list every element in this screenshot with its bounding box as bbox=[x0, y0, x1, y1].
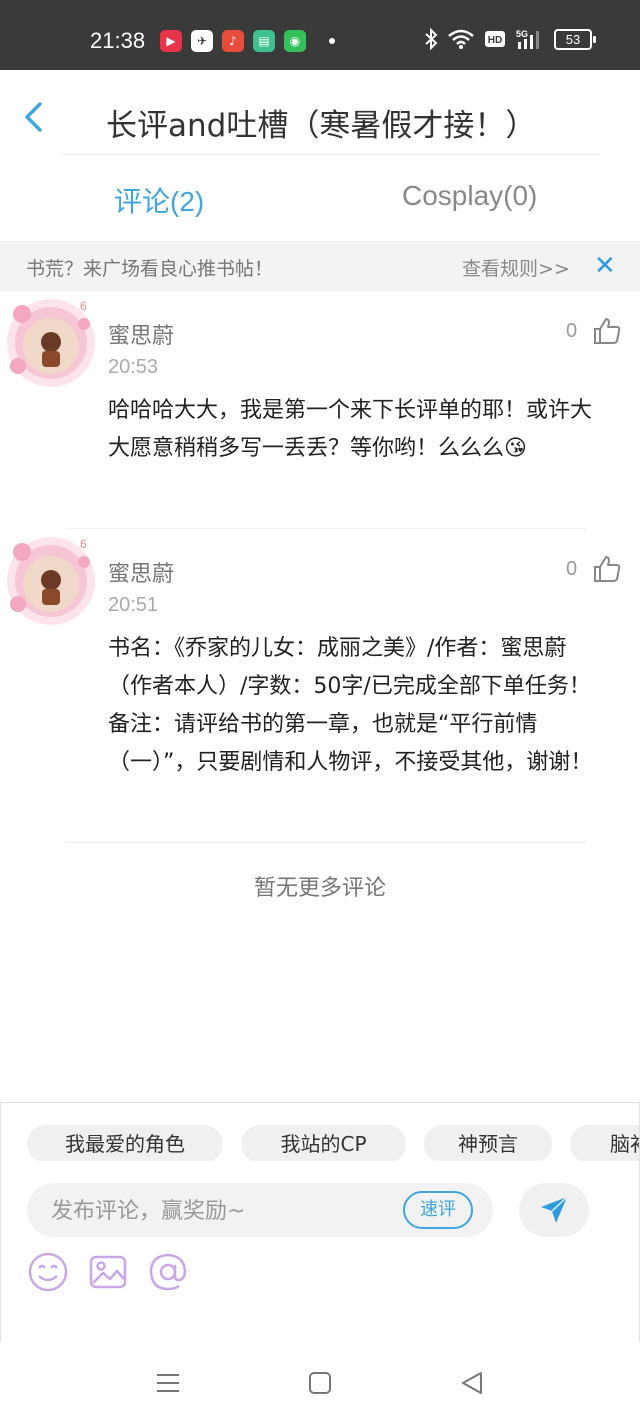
comment-input[interactable] bbox=[49, 1193, 383, 1229]
comment-divider bbox=[66, 528, 586, 529]
comment-composer: 我最爱的角色 我站的CP 神预言 脑补 速评 bbox=[0, 1102, 640, 1343]
comment-time: 20:53 bbox=[108, 356, 159, 378]
send-icon bbox=[541, 1196, 568, 1223]
wechat-app-icon: ◉ bbox=[284, 30, 306, 52]
like-count: 0 bbox=[566, 320, 578, 342]
comment-text: 哈哈哈大大，我是第一个来下长评单的耶！或许大大愿意稍稍多写一丢丢？等你哟！么么么… bbox=[108, 398, 593, 461]
topic-chip[interactable]: 我最爱的角色 bbox=[27, 1125, 223, 1161]
more-notifications-icon bbox=[329, 38, 335, 44]
music-app-icon: ♪ bbox=[222, 30, 244, 52]
svg-text:5G: 5G bbox=[516, 29, 528, 39]
comment-time: 20:51 bbox=[108, 594, 159, 616]
home-icon[interactable] bbox=[305, 1368, 335, 1398]
emoji-icon[interactable] bbox=[27, 1251, 69, 1293]
system-nav-bar bbox=[0, 1342, 640, 1422]
topic-chip[interactable]: 神预言 bbox=[424, 1125, 552, 1161]
image-icon[interactable] bbox=[87, 1251, 129, 1293]
header-divider bbox=[60, 154, 600, 155]
notes-app-icon: ▤ bbox=[253, 30, 275, 52]
page-title: 长评and吐槽（寒暑假才接！） bbox=[106, 108, 537, 144]
mention-icon[interactable] bbox=[147, 1251, 189, 1293]
status-time: 21:38 bbox=[90, 28, 146, 53]
menu-icon[interactable] bbox=[153, 1368, 183, 1398]
send-button[interactable] bbox=[519, 1183, 589, 1237]
comment-input-box: 速评 bbox=[27, 1183, 493, 1237]
back-nav-icon[interactable] bbox=[457, 1368, 487, 1398]
hd-icon: HD bbox=[485, 31, 505, 47]
comment-divider bbox=[66, 842, 586, 843]
back-button[interactable] bbox=[18, 100, 52, 134]
status-bar: 21:38 ▶ ✈ ♪ ▤ ◉ HD 5G 53 bbox=[0, 0, 640, 70]
topic-chips: 我最爱的角色 我站的CP 神预言 脑补 bbox=[27, 1125, 639, 1161]
messenger-app-icon: ✈ bbox=[191, 30, 213, 52]
notice-banner: 书荒？来广场看良心推书帖！ 查看规则>> ✕ bbox=[0, 241, 640, 291]
thumbs-up-icon[interactable] bbox=[592, 316, 622, 346]
quick-review-button[interactable]: 速评 bbox=[403, 1191, 473, 1229]
thumbs-up-icon[interactable] bbox=[592, 554, 622, 584]
notice-text[interactable]: 书荒？来广场看良心推书帖！ bbox=[26, 254, 273, 281]
svg-text:HD: HD bbox=[488, 35, 502, 46]
notification-icons: ▶ ✈ ♪ ▤ ◉ bbox=[160, 30, 335, 52]
comment-username[interactable]: 蜜思蔚 bbox=[108, 556, 174, 588]
no-more-comments: 暂无更多评论 bbox=[253, 876, 386, 901]
tab-cosplay[interactable]: Cosplay(0) bbox=[402, 180, 537, 212]
signal-5g-icon: 5G bbox=[516, 29, 539, 49]
avatar[interactable]: 6 bbox=[4, 296, 98, 390]
header: 长评and吐槽（寒暑假才接！） bbox=[0, 70, 640, 158]
view-rules-link[interactable]: 查看规则>> bbox=[462, 254, 570, 281]
tab-comments[interactable]: 评论(2) bbox=[114, 180, 204, 220]
system-icons: HD 5G 53 bbox=[424, 28, 596, 50]
tab-bar: 评论(2) Cosplay(0) bbox=[0, 160, 640, 240]
battery-icon: 53 bbox=[554, 28, 596, 50]
comment-text: 书名：《乔家的儿女：成丽之美》/作者：蜜思蔚（作者本人）/字数：50字/已完成全… bbox=[108, 636, 593, 775]
comment-username[interactable]: 蜜思蔚 bbox=[108, 318, 174, 350]
svg-text:6: 6 bbox=[80, 299, 87, 313]
bluetooth-icon bbox=[425, 28, 438, 50]
avatar[interactable]: 6 bbox=[4, 534, 98, 628]
topic-chip[interactable]: 脑补 bbox=[570, 1125, 639, 1161]
topic-chip[interactable]: 我站的CP bbox=[241, 1125, 406, 1161]
video-app-icon: ▶ bbox=[160, 30, 182, 52]
like-count: 0 bbox=[566, 558, 578, 580]
close-icon[interactable]: ✕ bbox=[594, 251, 616, 281]
svg-text:6: 6 bbox=[80, 537, 87, 551]
wifi-icon bbox=[448, 29, 474, 49]
